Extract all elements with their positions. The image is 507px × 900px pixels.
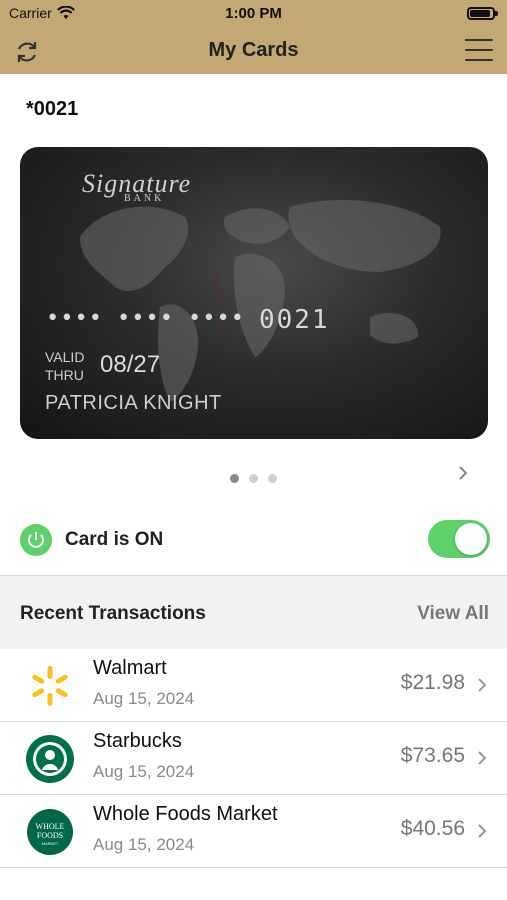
battery-cap [495, 11, 498, 16]
starbucks-logo-icon [26, 735, 74, 783]
merchant-name: Walmart [93, 657, 167, 679]
card-status-label: Card is ON [65, 529, 164, 550]
transaction-date: Aug 15, 2024 [93, 689, 195, 708]
merchant-name: Whole Foods Market [93, 803, 278, 825]
section-title: Recent Transactions [20, 603, 206, 624]
battery-icon [467, 7, 495, 20]
status-bar: Carrier 1:00 PM [0, 0, 507, 28]
merchant-name: Starbucks [93, 730, 182, 752]
transaction-row[interactable]: Starbucks Aug 15, 2024 $73.65 [0, 722, 507, 795]
menu-icon[interactable] [465, 39, 493, 63]
card-number: •••• •••• •••• 0021 [46, 305, 330, 335]
transaction-date: Aug 15, 2024 [93, 835, 195, 854]
chevron-right-icon [478, 824, 487, 838]
page-dot-active[interactable] [230, 474, 239, 483]
page-title: My Cards [208, 39, 299, 61]
logo-text-whole: WHOLE [36, 822, 65, 831]
card-expiry: 08/27 [100, 351, 161, 378]
card-number-group: •••• [46, 306, 103, 331]
whole-foods-logo-icon: WHOLE FOODS MARKET [27, 809, 73, 855]
thru-label: THRU [45, 367, 84, 383]
view-all-link[interactable]: View All [417, 603, 489, 625]
valid-label: VALID [45, 349, 85, 365]
logo-text-market: MARKET [42, 841, 59, 846]
valid-thru-label: VALID THRU [45, 348, 84, 384]
card-holder-name: PATRICIA KNIGHT [45, 392, 222, 414]
transaction-amount: $21.98 [400, 671, 465, 694]
transaction-date: Aug 15, 2024 [93, 762, 195, 781]
logo-text-foods: FOODS [37, 831, 63, 840]
recent-transactions-header: Recent Transactions View All [0, 575, 507, 649]
transaction-amount: $73.65 [400, 744, 465, 767]
card-last4: 0021 [258, 305, 330, 335]
card-page-indicator[interactable] [0, 470, 507, 488]
power-icon [20, 524, 52, 556]
card-masked-number: *0021 [26, 98, 79, 120]
credit-card[interactable]: Signature BANK •••• •••• •••• 0021 VALID TH… [20, 147, 488, 439]
bank-logo: Signature BANK [82, 169, 191, 204]
page-dot[interactable] [268, 474, 277, 483]
chevron-right-icon [478, 678, 487, 692]
card-number-group: •••• [116, 306, 174, 331]
header-bar: Carrier 1:00 PM My Cards [0, 0, 507, 74]
chevron-right-icon [478, 751, 487, 765]
chevron-right-icon[interactable] [457, 464, 469, 482]
walmart-logo-icon [32, 666, 68, 706]
card-number-group: •••• [187, 306, 245, 331]
clock: 1:00 PM [225, 5, 282, 22]
page-dot[interactable] [249, 474, 258, 483]
transaction-row[interactable]: Walmart Aug 15, 2024 $21.98 [0, 649, 507, 722]
card-on-toggle[interactable] [428, 520, 490, 558]
transaction-amount: $40.56 [400, 817, 465, 840]
transaction-row[interactable]: WHOLE FOODS MARKET Whole Foods Market Au… [0, 795, 507, 868]
card-status-row: Card is ON [0, 515, 507, 575]
nav-bar: My Cards [0, 30, 507, 74]
